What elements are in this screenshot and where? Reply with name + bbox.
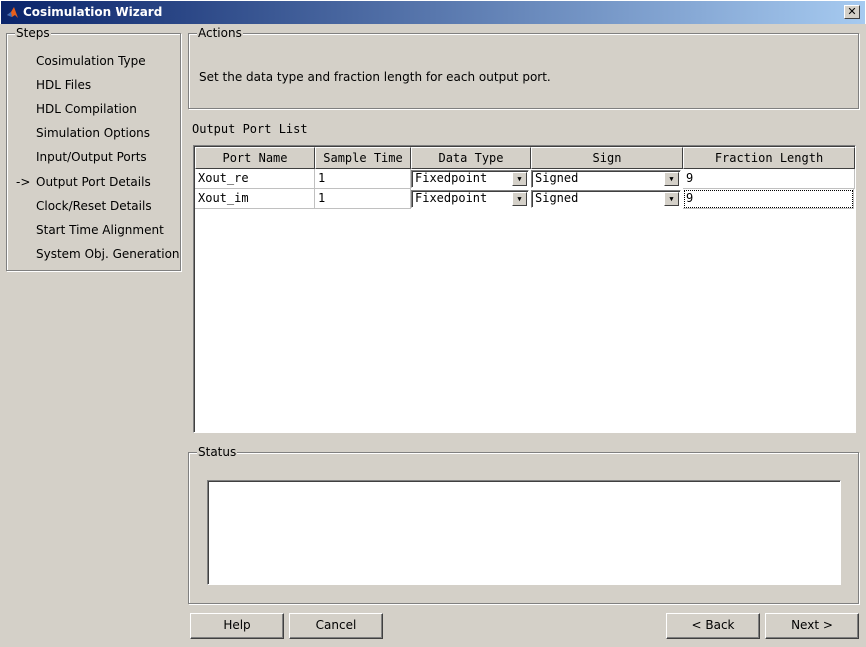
data-type-value: Fixedpoint xyxy=(415,171,488,185)
data-type-select[interactable]: Fixedpoint ▼ xyxy=(411,190,529,208)
status-legend: Status xyxy=(197,445,238,459)
actions-text: Set the data type and fraction length fo… xyxy=(199,70,551,84)
cancel-button[interactable]: Cancel xyxy=(289,613,383,639)
sample-time-cell[interactable]: 1 xyxy=(315,169,411,189)
close-button[interactable]: ✕ xyxy=(844,5,860,19)
step-item: Clock/Reset Details xyxy=(36,199,152,213)
step-item: Simulation Options xyxy=(36,126,151,140)
data-type-select[interactable]: Fixedpoint ▼ xyxy=(411,170,529,188)
sign-value: Signed xyxy=(535,171,579,185)
step-item: HDL Compilation xyxy=(36,102,137,116)
step-item-current: Output Port Details xyxy=(36,175,151,189)
actions-legend: Actions xyxy=(197,26,243,40)
steps-legend: Steps xyxy=(15,26,51,40)
step-item: Cosimulation Type xyxy=(36,54,146,68)
port-name-cell: Xout_re xyxy=(195,169,315,189)
data-type-value: Fixedpoint xyxy=(415,191,488,205)
step-item: Input/Output Ports xyxy=(36,150,147,164)
port-list-label: Output Port List xyxy=(192,122,308,136)
dropdown-arrow-icon[interactable]: ▼ xyxy=(512,192,527,206)
column-header-sign[interactable]: Sign xyxy=(531,147,683,169)
sign-select[interactable]: Signed ▼ xyxy=(531,190,681,208)
help-button[interactable]: Help xyxy=(190,613,284,639)
dropdown-arrow-icon[interactable]: ▼ xyxy=(512,172,527,186)
actions-group: Actions Set the data type and fraction l… xyxy=(188,26,859,109)
title-bar: Cosimulation Wizard ✕ xyxy=(0,0,866,24)
column-header-fraction-length[interactable]: Fraction Length xyxy=(683,147,855,169)
sign-select[interactable]: Signed ▼ xyxy=(531,170,681,188)
port-name-cell: Xout_im xyxy=(195,189,315,209)
sample-time-cell[interactable]: 1 xyxy=(315,189,411,209)
fraction-length-cell[interactable]: 9 xyxy=(683,169,855,189)
dropdown-arrow-icon[interactable]: ▼ xyxy=(664,192,679,206)
column-header-data-type[interactable]: Data Type xyxy=(411,147,531,169)
dropdown-arrow-icon[interactable]: ▼ xyxy=(664,172,679,186)
status-textbox[interactable] xyxy=(207,480,841,585)
output-port-table: Port Name Sample Time Data Type Sign Fra… xyxy=(193,145,856,433)
back-button[interactable]: < Back xyxy=(666,613,760,639)
fraction-length-cell-focused[interactable]: 9 xyxy=(683,189,854,209)
window-title: Cosimulation Wizard xyxy=(23,5,163,19)
next-button[interactable]: Next > xyxy=(765,613,859,639)
status-group: Status xyxy=(188,445,859,604)
step-item: Start Time Alignment xyxy=(36,223,164,237)
steps-group: Steps -> Cosimulation Type HDL Files HDL… xyxy=(6,26,181,271)
current-step-marker: -> xyxy=(16,175,31,189)
sign-value: Signed xyxy=(535,191,579,205)
column-header-port-name[interactable]: Port Name xyxy=(195,147,315,169)
matlab-logo-icon xyxy=(7,7,18,18)
step-item: HDL Files xyxy=(36,78,92,92)
column-header-sample-time[interactable]: Sample Time xyxy=(315,147,411,169)
step-item: System Obj. Generation xyxy=(36,247,180,261)
